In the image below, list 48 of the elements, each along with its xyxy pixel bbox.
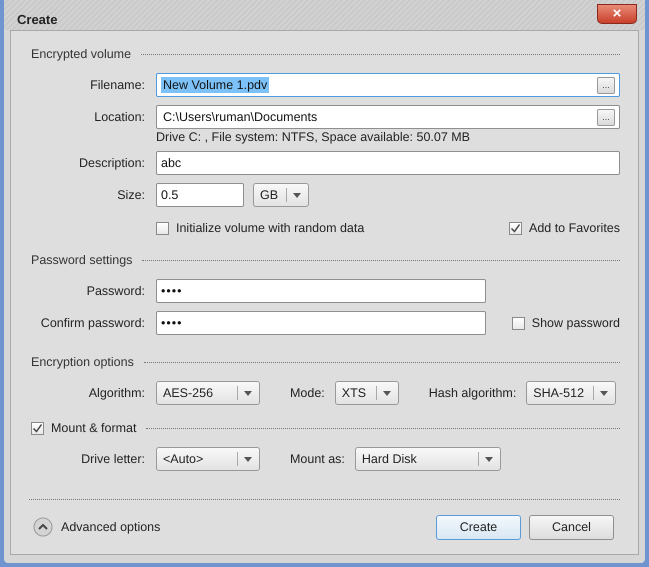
size-field[interactable]: 0.5 (156, 183, 244, 207)
field-label: Location: (93, 110, 145, 124)
dropdown[interactable]: XTS (334, 381, 399, 405)
field-label: Size: (116, 188, 145, 202)
unit-dropdown[interactable]: GB (253, 183, 309, 207)
description-field[interactable]: abc (156, 151, 620, 175)
collapse-icon (33, 517, 53, 537)
field-label: Description: (78, 156, 145, 170)
field-label: Confirm password: (40, 316, 145, 330)
field-label: Password: (86, 284, 145, 298)
section-heading: Encryption options (31, 355, 134, 369)
caret-icon (484, 456, 493, 462)
field-label: Filename: (89, 78, 145, 92)
location-field[interactable]: C:\Users\ruman\Documents ... (156, 105, 620, 129)
checkbox[interactable]: Initialize volume with random data (156, 221, 364, 235)
checkbox[interactable]: Add to Favorites (508, 221, 620, 235)
section-heading: Encrypted volume (31, 47, 132, 61)
window-title: Create (17, 12, 58, 27)
browse-button[interactable]: ... (597, 76, 615, 94)
password-field[interactable]: •••• (156, 311, 486, 335)
caret-icon (293, 192, 301, 198)
field-value: New Volume 1.pdv (161, 77, 270, 93)
dropdown[interactable]: Hard Disk (354, 447, 501, 471)
dropdown[interactable]: <Auto> (156, 447, 260, 471)
field-label: Mount as: (290, 452, 345, 466)
field-label: Mode: (290, 386, 325, 400)
dialog-button[interactable]: Cancel (529, 514, 614, 540)
dialog-button[interactable]: Create (436, 514, 521, 540)
checkbox[interactable]: Show password (512, 316, 620, 330)
caret-icon (244, 390, 252, 396)
field-label: Hash algorithm: (428, 386, 516, 400)
checkbox[interactable]: Mount & format (31, 421, 136, 435)
dropdown[interactable]: SHA-512 (526, 381, 616, 405)
advanced-options-button[interactable]: Advanced options (33, 517, 160, 537)
dropdown[interactable]: AES-256 (156, 381, 260, 405)
section-heading: Password settings (31, 253, 132, 267)
field-label: Drive letter: (80, 452, 145, 466)
field-label: Algorithm: (88, 386, 145, 400)
field-value: C:\Users\ruman\Documents (162, 109, 318, 125)
browse-button[interactable]: ... (597, 108, 615, 126)
password-field[interactable]: •••• (156, 279, 486, 303)
checkmark-icon (32, 422, 43, 434)
checkmark-icon (510, 222, 521, 234)
caret-icon (244, 456, 252, 462)
caret-icon (600, 390, 608, 396)
caret-icon (382, 390, 391, 396)
drive-info-text: Drive C: , File system: NTFS, Space available: 50.07 MB (156, 129, 471, 146)
filename-field[interactable]: New Volume 1.pdv ... (156, 73, 620, 97)
